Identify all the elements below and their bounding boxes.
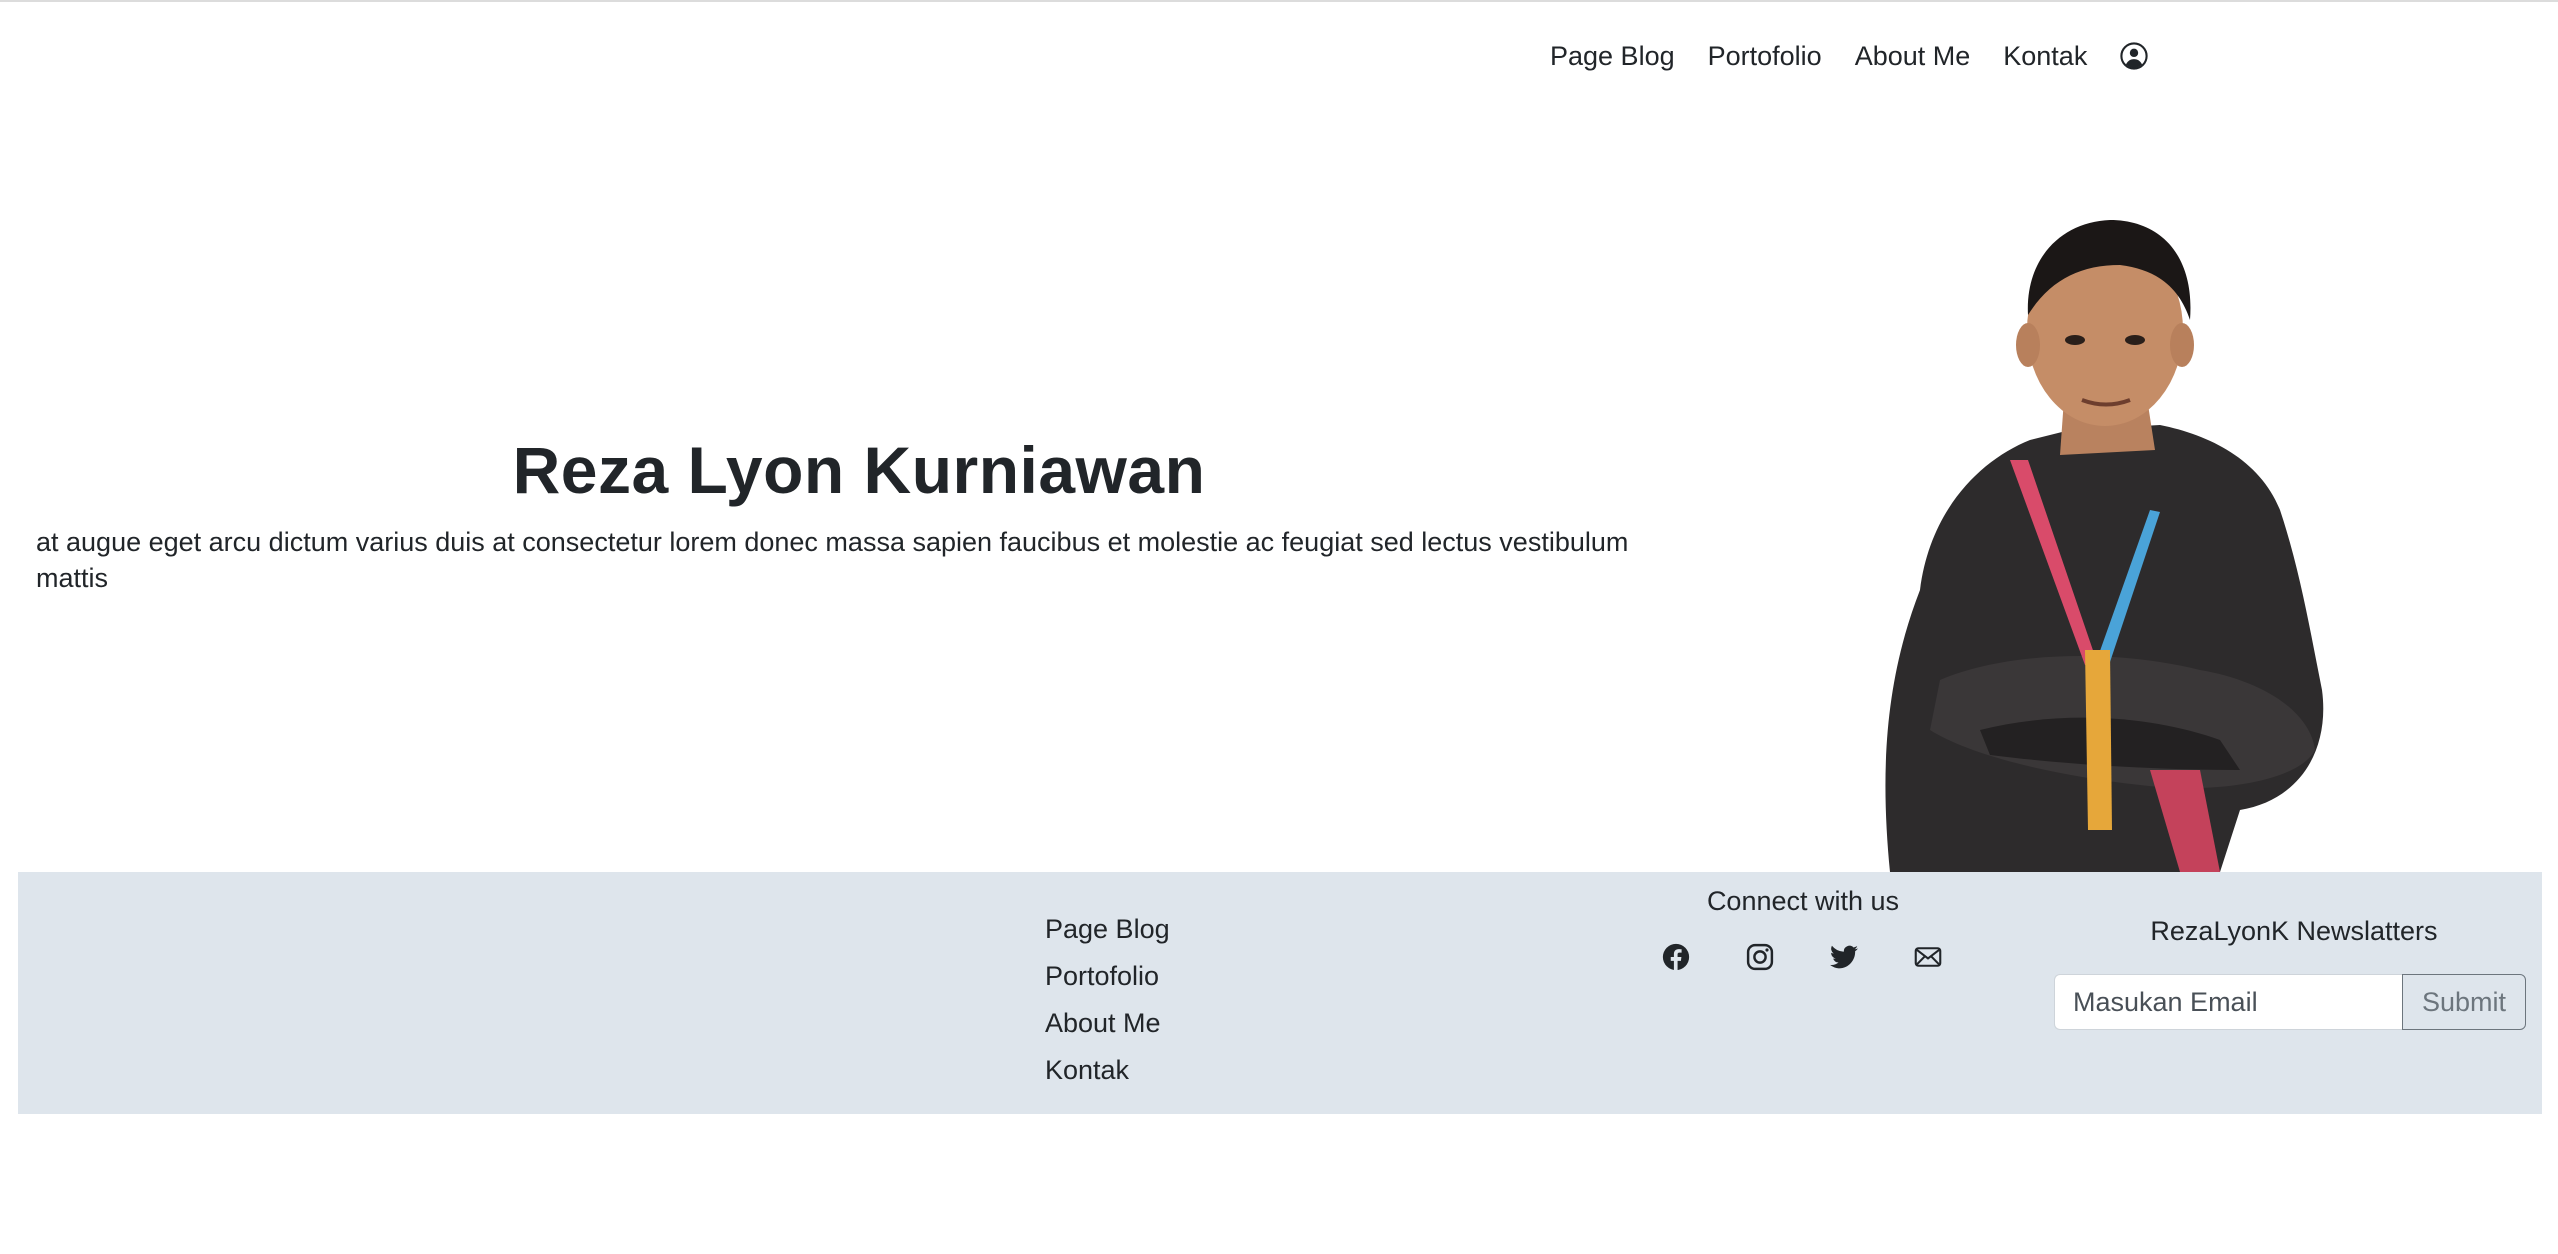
profile-photo [1885,220,2324,872]
newsletter-title: RezaLyonK Newslatters [2150,916,2438,946]
newsletter-section: RezaLyonK Newslatters Submit [2054,916,2526,1030]
facebook-icon[interactable] [1662,943,1692,973]
footer: Page Blog Portofolio About Me Kontak Con… [18,872,2542,1114]
footer-link-portofolio[interactable]: Portofolio [1045,953,1170,1000]
main-nav: Page Blog Portofolio About Me Kontak [1550,38,2148,74]
connect-title: Connect with us [1706,886,1900,916]
email-input[interactable] [2054,974,2402,1030]
hero-description: at augue eget arcu dictum varius duis at… [36,527,1629,593]
social-links [1578,943,2028,973]
instagram-icon[interactable] [1746,943,1776,973]
nav-link-kontak[interactable]: Kontak [2003,41,2087,72]
submit-button[interactable]: Submit [2402,974,2526,1030]
email-icon[interactable] [1914,943,1944,973]
footer-link-kontak[interactable]: Kontak [1045,1047,1170,1094]
footer-link-about-me[interactable]: About Me [1045,1000,1170,1047]
connect-section: Connect with us [1578,886,2028,973]
twitter-icon[interactable] [1830,943,1860,973]
top-border [0,0,2558,2]
nav-link-page-blog[interactable]: Page Blog [1550,41,1675,72]
hero-name: Reza Lyon Kurniawan [512,433,1206,507]
footer-links: Page Blog Portofolio About Me Kontak [1045,906,1170,1094]
nav-link-portofolio[interactable]: Portofolio [1708,41,1822,72]
nav-link-about-me[interactable]: About Me [1855,41,1971,72]
user-circle-icon[interactable] [2120,42,2148,70]
footer-link-page-blog[interactable]: Page Blog [1045,906,1170,953]
